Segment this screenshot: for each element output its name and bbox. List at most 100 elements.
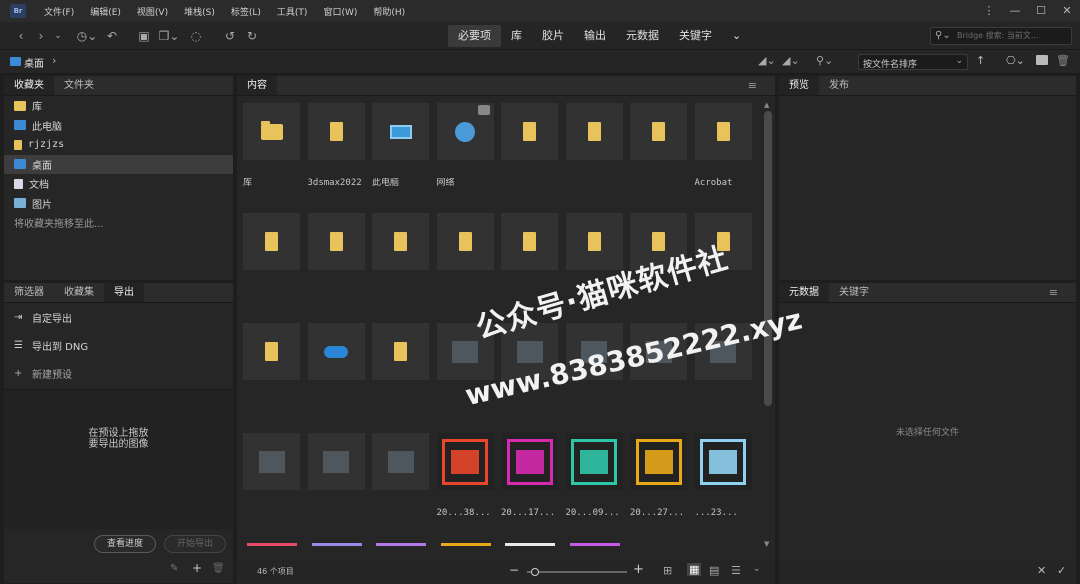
tab-preview[interactable]: 预览 [779, 76, 819, 95]
rotate-right-icon[interactable]: ↻ [244, 27, 260, 45]
tab-content[interactable]: 内容 [237, 76, 277, 95]
rotate-left-icon[interactable]: ↺ [222, 27, 238, 45]
favorite-rjzjzs[interactable]: rjzjzs [4, 135, 233, 155]
workspace-output[interactable]: 输出 [574, 25, 616, 47]
workspace-filmstrip[interactable]: 胶片 [532, 25, 574, 47]
forward-icon[interactable]: › [34, 27, 48, 45]
chevron-down-icon[interactable]: ⌄ [52, 27, 64, 45]
minimize-button[interactable]: — [1002, 0, 1028, 22]
content-item[interactable] [372, 323, 429, 420]
edit-icon[interactable]: ✎ [170, 563, 178, 574]
workspace-essentials[interactable]: 必要项 [448, 25, 501, 47]
tab-folders[interactable]: 文件夹 [54, 76, 104, 95]
content-item[interactable] [565, 103, 623, 200]
menu-help[interactable]: 帮助(H) [365, 5, 413, 18]
tab-filter[interactable]: 筛选器 [4, 283, 54, 302]
content-item[interactable] [372, 433, 429, 530]
favorite-pictures[interactable]: 图片 [4, 194, 233, 214]
open-recent-icon[interactable]: ⎔⌄ [1006, 54, 1025, 67]
content-item[interactable]: Acrobat [694, 103, 752, 200]
tab-collections[interactable]: 收藏集 [54, 283, 104, 302]
slider-handle[interactable] [531, 568, 539, 576]
cancel-icon[interactable]: ✕ [1037, 564, 1046, 577]
view-progress-button[interactable]: 查看进度 [94, 535, 156, 553]
menu-file[interactable]: 文件(F) [36, 5, 82, 18]
partial-thumbnail[interactable] [311, 543, 362, 546]
camera-import-icon[interactable]: ▣ [136, 27, 152, 45]
scroll-up-icon[interactable]: ▲ [764, 101, 769, 109]
tab-metadata[interactable]: 元数据 [779, 283, 829, 302]
content-item[interactable] [243, 323, 300, 420]
content-item[interactable] [243, 433, 300, 530]
content-item[interactable]: 20...09... [565, 433, 623, 530]
filter-icon[interactable]: ⚲⌄ [816, 54, 833, 67]
partial-thumbnail[interactable] [505, 543, 555, 546]
menu-edit[interactable]: 编辑(E) [82, 5, 129, 18]
more-options-icon[interactable]: ⋮ [976, 0, 1002, 22]
chevron-down-icon[interactable]: ⌄ [753, 564, 761, 574]
zoom-in-icon[interactable]: + [633, 562, 644, 577]
partial-thumbnail[interactable] [440, 543, 491, 546]
content-item[interactable]: 20...38... [436, 433, 494, 530]
content-item[interactable] [436, 213, 494, 310]
menu-label[interactable]: 标签(L) [223, 5, 269, 18]
rating-filter-icon[interactable]: ◢⌄ [782, 54, 800, 67]
view-list-icon[interactable]: ☰ [731, 564, 741, 577]
quality-icon[interactable]: ◢⌄ [758, 54, 776, 67]
new-preset[interactable]: + 新建预设 [4, 359, 233, 387]
add-icon[interactable]: + [192, 561, 202, 575]
favorite-documents[interactable]: 文档 [4, 174, 233, 194]
menu-view[interactable]: 视图(V) [129, 5, 176, 18]
favorite-library[interactable]: 库 [4, 96, 233, 116]
export-to-dng[interactable]: ☰ 导出到 DNG [4, 331, 233, 359]
sort-direction-icon[interactable]: ↑ [976, 54, 985, 67]
content-item[interactable]: 20...17... [501, 433, 558, 530]
view-thumbnails-icon[interactable]: ▦ [687, 563, 702, 576]
content-item[interactable]: 网络 [436, 103, 494, 200]
workspace-metadata[interactable]: 元数据 [616, 25, 669, 47]
recent-history-icon[interactable]: ◷⌄ [74, 27, 100, 45]
search-input[interactable]: ⚲⌄ Bridge 搜索: 当前文... [930, 27, 1072, 45]
menu-stack[interactable]: 堆栈(S) [176, 5, 223, 18]
content-item[interactable] [307, 433, 365, 530]
content-item[interactable] [307, 213, 365, 310]
delete-icon[interactable]: 🗑 [212, 563, 225, 574]
preset-drop-zone[interactable]: 在预设上拖放 要导出的图像 [4, 389, 233, 529]
tab-publish[interactable]: 发布 [819, 76, 859, 95]
zoom-out-icon[interactable]: − [509, 563, 519, 577]
content-item[interactable] [630, 103, 687, 200]
tab-favorites[interactable]: 收藏夹 [4, 76, 54, 95]
tab-keywords[interactable]: 关键字 [829, 283, 879, 302]
menu-window[interactable]: 窗口(W) [315, 5, 365, 18]
scroll-thumb[interactable] [764, 111, 772, 406]
grid-lock-icon[interactable]: ⊞ [663, 564, 672, 577]
breadcrumb-desktop[interactable]: 桌面 [24, 55, 44, 70]
apply-icon[interactable]: ✓ [1057, 564, 1066, 577]
content-item[interactable]: 此电脑 [372, 103, 429, 200]
workspace-more-icon[interactable]: ⌄ [722, 25, 751, 47]
menu-tools[interactable]: 工具(T) [269, 5, 316, 18]
refine-icon[interactable]: ❐⌄ [156, 27, 182, 45]
workspace-keywords[interactable]: 关键字 [669, 25, 722, 47]
partial-thumbnail[interactable] [376, 543, 426, 546]
content-item[interactable]: 20...27... [630, 433, 687, 530]
back-icon[interactable]: ‹ [14, 27, 28, 45]
content-item[interactable]: ...23... [694, 433, 752, 530]
favorite-desktop[interactable]: 桌面 [4, 154, 233, 174]
workspace-library[interactable]: 库 [501, 25, 532, 47]
export-custom[interactable]: ⇥ 自定导出 [4, 303, 233, 331]
panel-menu-icon[interactable]: ≡ [1039, 283, 1068, 303]
sort-dropdown[interactable]: 按文件名排序 ⌄ [858, 54, 968, 70]
start-export-button[interactable]: 开始导出 [164, 535, 226, 553]
panel-menu-icon[interactable]: ≡ [738, 76, 767, 96]
partial-thumbnail[interactable] [569, 543, 620, 546]
trash-icon[interactable]: 🗑 [1056, 54, 1070, 67]
content-item[interactable] [372, 213, 429, 310]
output-icon[interactable]: ◌ [188, 27, 204, 45]
tab-export[interactable]: 导出 [104, 283, 144, 302]
content-item[interactable]: 库 [243, 103, 300, 200]
new-folder-icon[interactable] [1036, 55, 1048, 65]
maximize-button[interactable]: ☐ [1028, 0, 1054, 22]
reveal-icon[interactable]: ↶ [104, 27, 120, 45]
scroll-down-icon[interactable]: ▼ [764, 540, 769, 548]
